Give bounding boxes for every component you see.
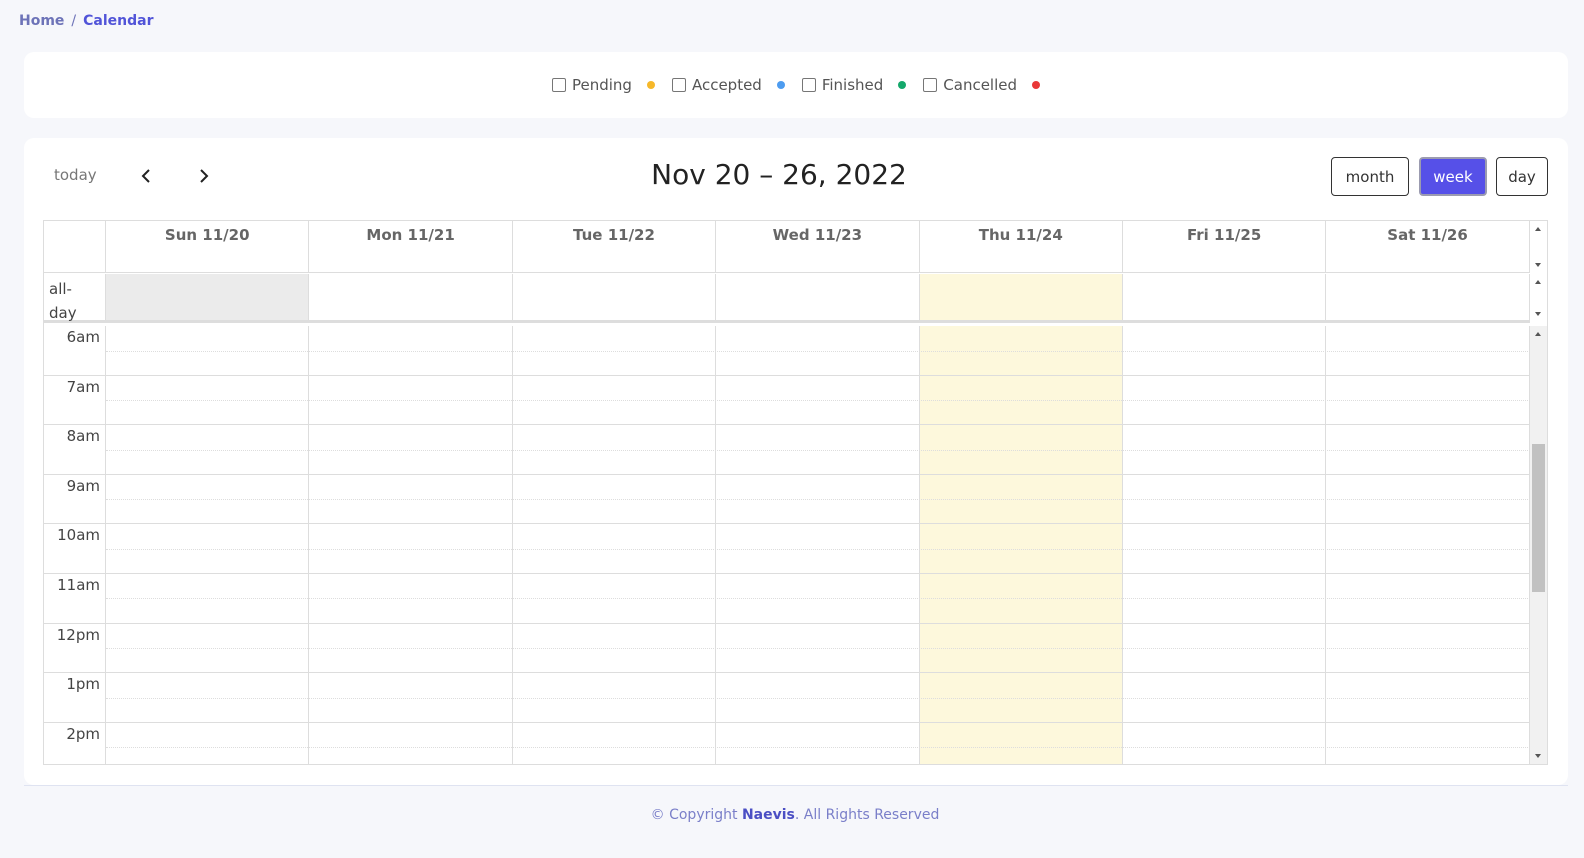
- allday-cell[interactable]: [1326, 274, 1530, 320]
- footer-brand-link[interactable]: Naevis: [742, 807, 795, 823]
- finished-dot-icon: [898, 81, 907, 89]
- footer-divider: [24, 785, 1568, 786]
- cancelled-dot-icon: [1032, 81, 1041, 89]
- status-filter-card: Pending Accepted Finished Cancelled: [24, 52, 1568, 118]
- time-label: 1pm: [66, 675, 100, 694]
- allday-label-line2: day: [49, 304, 77, 322]
- time-slot: 11am: [44, 574, 1530, 624]
- filter-pending[interactable]: Pending: [551, 76, 655, 94]
- time-slot: 12pm: [44, 624, 1530, 674]
- accepted-dot-icon: [776, 81, 785, 89]
- allday-cell[interactable]: [1123, 274, 1327, 320]
- header-scrollbar[interactable]: [1530, 221, 1547, 273]
- time-slot: 7am: [44, 376, 1530, 426]
- breadcrumb-home-link[interactable]: Home: [19, 13, 64, 29]
- filter-accepted-label: Accepted: [691, 76, 762, 94]
- axis-header-cell: [44, 221, 106, 272]
- footer-suffix: . All Rights Reserved: [794, 807, 940, 823]
- allday-cell[interactable]: [309, 274, 513, 320]
- allday-scrollbar[interactable]: [1530, 274, 1547, 323]
- allday-row: all- day: [44, 274, 1530, 323]
- footer-prefix: © Copyright: [650, 807, 742, 823]
- filter-finished[interactable]: Finished: [801, 76, 907, 94]
- time-label: 11am: [57, 575, 100, 594]
- filter-cancelled-label: Cancelled: [943, 76, 1018, 94]
- scroll-down-arrow-icon[interactable]: [1535, 312, 1541, 316]
- breadcrumb-separator: /: [71, 13, 77, 29]
- scrollbar-thumb[interactable]: [1532, 444, 1545, 592]
- filter-accepted[interactable]: Accepted: [671, 76, 785, 94]
- pending-checkbox[interactable]: [551, 78, 566, 92]
- allday-cell-today[interactable]: [919, 274, 1123, 320]
- calendar-card: today Nov 20 – 26, 2022 month week day S…: [24, 138, 1568, 785]
- filter-finished-label: Finished: [821, 76, 884, 94]
- breadcrumb: Home / Calendar: [19, 13, 154, 29]
- day-view-button[interactable]: day: [1496, 157, 1548, 196]
- filter-cancelled[interactable]: Cancelled: [923, 76, 1041, 94]
- day-header: Sun 11/20: [106, 221, 310, 272]
- month-view-button[interactable]: month: [1331, 157, 1409, 196]
- day-header: Mon 11/21: [309, 221, 513, 272]
- calendar-toolbar: today Nov 20 – 26, 2022 month week day: [24, 138, 1568, 218]
- time-label: 2pm: [66, 724, 100, 743]
- day-header: Fri 11/25: [1123, 221, 1327, 272]
- allday-label-line1: all-: [49, 280, 72, 298]
- scroll-down-arrow-icon[interactable]: [1535, 263, 1541, 267]
- time-label: 6am: [66, 328, 100, 346]
- day-header: Sat 11/26: [1326, 221, 1530, 272]
- day-header: Wed 11/23: [716, 221, 920, 272]
- scroll-up-arrow-icon[interactable]: [1535, 280, 1541, 284]
- footer: © Copyright Naevis. All Rights Reserved: [0, 807, 1584, 823]
- scroll-up-arrow-icon[interactable]: [1535, 227, 1541, 231]
- scroll-down-arrow-icon[interactable]: [1535, 754, 1541, 758]
- day-header: Thu 11/24: [920, 221, 1123, 272]
- time-slot: 8am: [44, 425, 1530, 475]
- allday-cell[interactable]: [513, 274, 717, 320]
- allday-cell[interactable]: [106, 274, 310, 320]
- scroll-up-arrow-icon[interactable]: [1535, 332, 1541, 336]
- allday-cell[interactable]: [716, 274, 920, 320]
- time-label: 8am: [66, 427, 100, 446]
- filter-pending-label: Pending: [571, 76, 632, 94]
- time-label: 7am: [66, 377, 100, 396]
- time-slot: 2pm: [44, 723, 1530, 764]
- breadcrumb-current: Calendar: [83, 13, 154, 29]
- time-slot: 9am: [44, 475, 1530, 525]
- day-header: Tue 11/22: [513, 221, 717, 272]
- time-label: 9am: [66, 476, 100, 495]
- allday-label: all- day: [44, 274, 106, 322]
- week-view-button[interactable]: week: [1419, 157, 1487, 196]
- time-grid: 6am 7am 8am 9am 10am 11am 12pm 1pm 2pm: [44, 326, 1530, 764]
- status-filter-row: Pending Accepted Finished Cancelled: [551, 76, 1041, 94]
- time-label: 12pm: [56, 625, 100, 644]
- time-slot: 1pm: [44, 673, 1530, 723]
- time-label: 10am: [57, 526, 100, 545]
- finished-checkbox[interactable]: [801, 78, 816, 92]
- time-grid-scrollbar[interactable]: [1530, 326, 1547, 764]
- week-grid: Sun 11/20 Mon 11/21 Tue 11/22 Wed 11/23 …: [43, 220, 1548, 765]
- date-range-title: Nov 20 – 26, 2022: [651, 158, 907, 191]
- time-slot: 6am: [44, 326, 1530, 376]
- day-header-row: Sun 11/20 Mon 11/21 Tue 11/22 Wed 11/23 …: [44, 221, 1530, 273]
- pending-dot-icon: [646, 81, 655, 89]
- time-slots: 6am 7am 8am 9am 10am 11am 12pm 1pm 2pm: [44, 326, 1530, 764]
- cancelled-checkbox[interactable]: [923, 78, 938, 92]
- time-slot: 10am: [44, 524, 1530, 574]
- accepted-checkbox[interactable]: [671, 78, 686, 92]
